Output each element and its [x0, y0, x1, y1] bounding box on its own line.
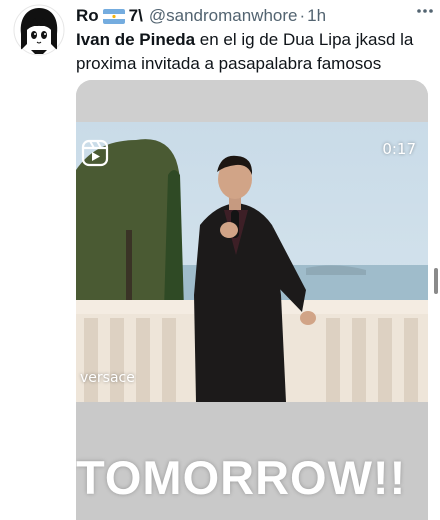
display-name-suffix[interactable]: 7\ [129, 6, 143, 26]
video-banner-text: TOMORROW!! [76, 451, 407, 504]
scrollbar[interactable] [434, 268, 438, 294]
reels-icon [80, 138, 110, 168]
tweet-text: Ivan de Pineda en el ig de Dua Lipa jkas… [76, 28, 428, 76]
more-options-icon[interactable] [414, 4, 436, 16]
timestamp[interactable]: 1h [307, 6, 326, 26]
argentina-flag-icon [102, 8, 125, 24]
avatar[interactable] [13, 4, 65, 56]
tweet-media-video[interactable]: 0:17 versace TOMORROW!! [76, 80, 428, 520]
display-name[interactable]: Ro [76, 6, 99, 26]
tweet-text-bold: Ivan de Pineda [76, 30, 196, 49]
user-handle[interactable]: @sandromanwhore [149, 6, 298, 26]
video-timer: 0:17 [382, 140, 416, 158]
tweet-header: Ro 7\ @sandromanwhore · 1h [76, 5, 430, 27]
separator-dot: · [299, 6, 306, 25]
video-caption: versace [80, 370, 135, 386]
anime-avatar-icon [13, 4, 65, 56]
